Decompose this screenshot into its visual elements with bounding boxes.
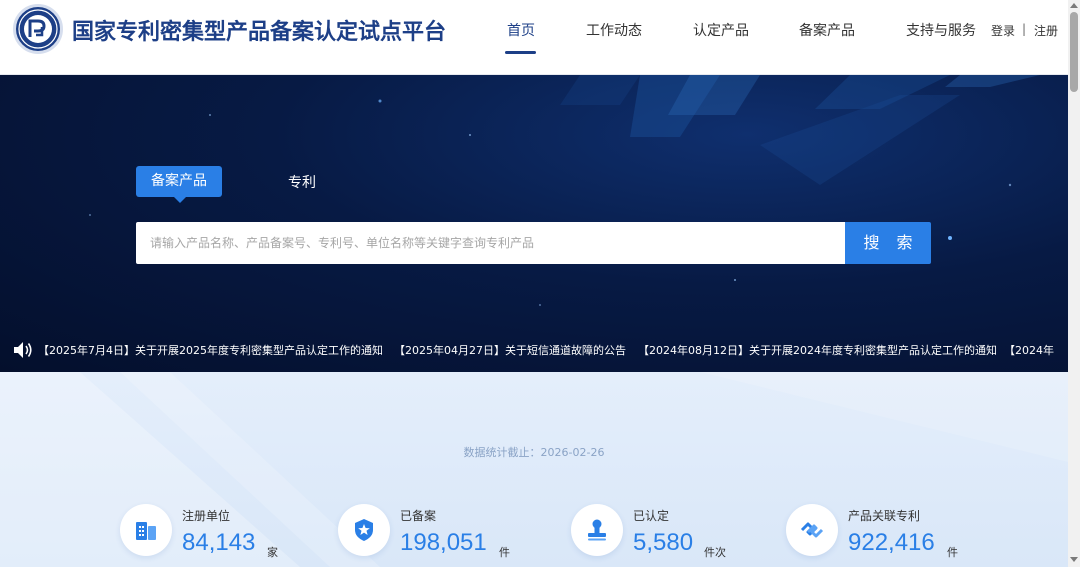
nav-work-news[interactable]: 工作动态 bbox=[586, 20, 642, 40]
stats-cutoff-date: 数据统计截止：2026-02-26 bbox=[463, 446, 605, 459]
notice-ticker: 【2025年7月4日】关于开展2025年度专利密集型产品认定工作的通知 【202… bbox=[0, 337, 1068, 363]
auth-separator: | bbox=[1022, 22, 1027, 36]
nav-support-services[interactable]: 支持与服务 bbox=[906, 20, 976, 40]
stat-value: 84,143 bbox=[182, 529, 256, 556]
hero-search-banner: 备案产品 专利 搜 索 【2025年7月4日】关于开展2025年度专利密集型产品… bbox=[0, 75, 1068, 372]
stat-label: 已认定 bbox=[633, 509, 670, 523]
nav-certified-products[interactable]: 认定产品 bbox=[693, 20, 749, 40]
scroll-down-arrow-icon[interactable] bbox=[1070, 557, 1078, 562]
stat-filed: 已备案 198,051 件 bbox=[338, 504, 518, 564]
nav-home[interactable]: 首页 bbox=[507, 20, 535, 40]
stat-unit: 件次 bbox=[704, 546, 726, 559]
link-icon bbox=[800, 522, 824, 538]
scroll-up-arrow-icon[interactable] bbox=[1070, 3, 1078, 8]
statistics-section: 数据统计截止：2026-02-26 注册单位 84,143 家 已备案 198,… bbox=[0, 372, 1068, 567]
shield-star-icon-circle bbox=[338, 504, 390, 556]
stat-value: 198,051 bbox=[400, 529, 487, 556]
active-nav-underline bbox=[505, 51, 536, 54]
tab-patent[interactable]: 专利 bbox=[288, 172, 316, 192]
stat-related-patents: 产品关联专利 922,416 件 bbox=[786, 504, 976, 564]
active-tab-pointer bbox=[174, 197, 186, 203]
stamp-icon bbox=[588, 519, 606, 541]
stat-value: 5,580 bbox=[633, 529, 694, 556]
shield-star-icon bbox=[355, 519, 373, 541]
stat-registered-units: 注册单位 84,143 家 bbox=[120, 504, 290, 564]
stat-certified: 已认定 5,580 件次 bbox=[571, 504, 741, 564]
stat-unit: 件 bbox=[947, 546, 958, 559]
ticker-notice-item[interactable]: 【2024年0 bbox=[1004, 342, 1054, 358]
stat-unit: 件 bbox=[499, 546, 510, 559]
ticker-track: 【2025年7月4日】关于开展2025年度专利密集型产品认定工作的通知 【202… bbox=[38, 337, 1054, 363]
page-scrollbar[interactable] bbox=[1068, 0, 1080, 567]
stat-value: 922,416 bbox=[848, 529, 935, 556]
stat-label: 产品关联专利 bbox=[848, 509, 921, 523]
link-icon-circle bbox=[786, 504, 838, 556]
site-title: 国家专利密集型产品备案认定试点平台 bbox=[72, 20, 447, 45]
stat-label: 已备案 bbox=[400, 509, 437, 523]
building-icon-circle bbox=[120, 504, 172, 556]
stat-label: 注册单位 bbox=[182, 509, 231, 523]
ticker-notice-item[interactable]: 【2025年7月4日】关于开展2025年度专利密集型产品认定工作的通知 bbox=[38, 342, 383, 358]
site-logo[interactable] bbox=[13, 4, 63, 54]
stat-unit: 家 bbox=[267, 546, 278, 559]
ticker-notice-item[interactable]: 【2025年04月27日】关于短信通道故障的公告 bbox=[394, 342, 626, 358]
scrollbar-thumb[interactable] bbox=[1070, 12, 1078, 92]
speaker-icon bbox=[14, 342, 32, 358]
top-header: 国家专利密集型产品备案认定试点平台 首页 工作动态 认定产品 备案产品 支持与服… bbox=[0, 0, 1068, 75]
tab-filed-products[interactable]: 备案产品 bbox=[136, 166, 222, 197]
nav-filed-products[interactable]: 备案产品 bbox=[799, 20, 855, 40]
search-button[interactable]: 搜 索 bbox=[845, 222, 931, 264]
ticker-notice-item[interactable]: 【2024年08月12日】关于开展2024年度专利密集型产品认定工作的通知 bbox=[638, 342, 997, 358]
search-input[interactable] bbox=[136, 222, 845, 264]
building-icon bbox=[136, 522, 156, 540]
login-link[interactable]: 登录 bbox=[991, 22, 1015, 39]
stamp-icon-circle bbox=[571, 504, 623, 556]
register-link[interactable]: 注册 bbox=[1034, 22, 1058, 39]
